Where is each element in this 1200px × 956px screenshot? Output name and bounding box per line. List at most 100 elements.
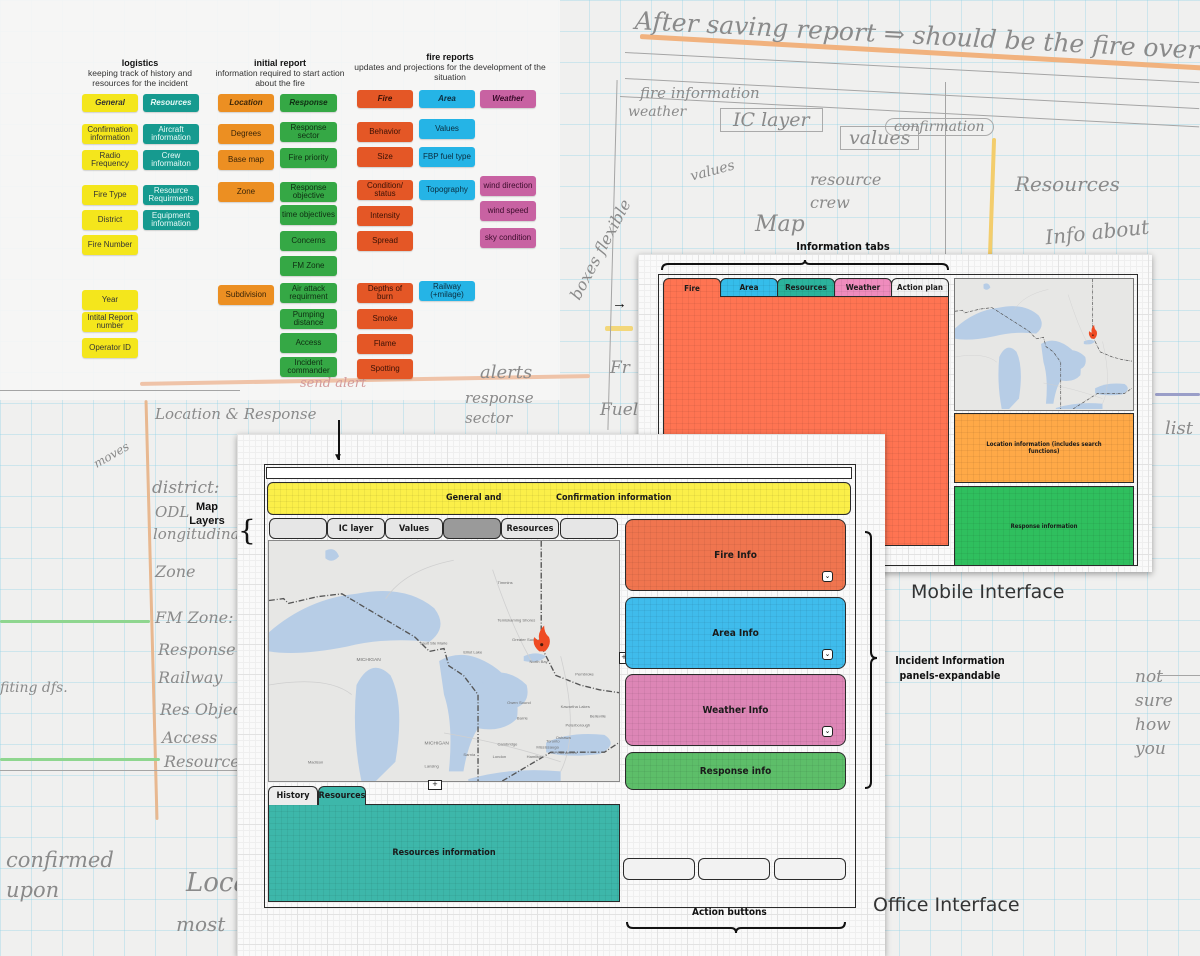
lake-superior xyxy=(269,591,441,653)
group-subtitle: keeping track of history and resources f… xyxy=(88,68,192,88)
action-button-3[interactable] xyxy=(774,858,846,880)
group-title: logistics xyxy=(121,58,159,68)
action-buttons-annotation: Action buttons xyxy=(692,907,767,918)
map-layer-tab-blank-5[interactable] xyxy=(560,518,618,539)
information-tabs-annotation: Information tabs xyxy=(796,240,890,253)
sticky-note: Values xyxy=(419,119,475,139)
note: fiting dfs. xyxy=(0,680,68,696)
mobile-tab-action-plan[interactable]: Action plan xyxy=(891,278,949,297)
sticky-note: Spotting xyxy=(357,359,413,379)
map-label-lansing: Lansing xyxy=(425,764,439,769)
sticky-note: Behavior xyxy=(357,122,413,142)
map-layer-tab-values[interactable]: Values xyxy=(385,518,443,539)
expand-map-bottom-button[interactable]: + xyxy=(428,780,442,790)
sticky-note: Equipment information xyxy=(143,210,199,230)
map-layer-tab-blank-0[interactable] xyxy=(269,518,327,539)
lake-michigan xyxy=(354,667,400,781)
note: crew xyxy=(810,193,850,212)
panel-label: Response info xyxy=(699,765,772,777)
category-header-note: General xyxy=(82,94,138,112)
map-layers-annotation: Map Layers xyxy=(189,501,225,527)
chevron-down-icon[interactable]: ⌄ xyxy=(822,726,833,737)
sticky-note: Condition/ status xyxy=(357,180,413,200)
note: list xyxy=(1165,418,1193,439)
group-subtitle: updates and projections for the developm… xyxy=(354,62,546,82)
sketch-line xyxy=(945,82,946,262)
map-label-temiskaming: Temiskaming Shores xyxy=(497,618,535,623)
note: not sure how you xyxy=(1135,667,1173,759)
lake-erie xyxy=(468,770,561,781)
sticky-note: Fire Type xyxy=(82,185,138,205)
chevron-down-icon[interactable]: ⌄ xyxy=(822,571,833,582)
note: Response s xyxy=(158,640,249,659)
sticky-note: Smoke xyxy=(357,309,413,329)
sticky-note: wind speed xyxy=(480,201,536,221)
panel-label: Weather Info xyxy=(702,704,769,716)
sticky-note: Fire Number xyxy=(82,235,138,255)
chevron-down-icon[interactable]: ⌄ xyxy=(822,649,833,660)
map-label-owen-sound: Owen Sound xyxy=(507,700,531,705)
sketch-line xyxy=(0,390,240,391)
arrow-down-icon: ▼ xyxy=(333,452,343,463)
incident-panel-area-info[interactable]: Area Info ⌄ xyxy=(625,597,846,669)
location-information-panel: Location information (includes search fu… xyxy=(954,413,1134,483)
sticky-note: Crew informaiton xyxy=(143,150,199,170)
note: weather xyxy=(628,104,687,120)
border-line xyxy=(1092,279,1133,362)
note: FM Zone: xyxy=(155,608,234,627)
map-layer-tab-resources[interactable]: Resources xyxy=(501,518,559,539)
sticky-note: Operator ID xyxy=(82,338,138,358)
bottom-tab-resources[interactable]: Resources xyxy=(318,786,366,805)
mobile-tab-resources[interactable]: Resources xyxy=(777,278,835,297)
category-header-note: Fire xyxy=(357,90,413,108)
note: resource xyxy=(810,170,882,189)
fire-marker-icon[interactable] xyxy=(1088,324,1098,339)
map-layer-tab-ic-layer[interactable]: IC layer xyxy=(327,518,385,539)
sticky-note: Aircraft information xyxy=(143,124,199,144)
sticky-note: Radio Frequency xyxy=(82,150,138,170)
brace-icon: { xyxy=(238,514,256,547)
group-header: initial report information required to st… xyxy=(212,58,348,88)
response-information-panel: Response information xyxy=(954,486,1134,566)
sticky-note: Railway (+milage) xyxy=(419,281,475,301)
mobile-tab-weather[interactable]: Weather xyxy=(834,278,892,297)
action-button-1[interactable] xyxy=(623,858,695,880)
sticky-note: wind direction xyxy=(480,176,536,196)
map-label-st-catharines: St. Catharines xyxy=(551,750,577,755)
incident-panel-response-info[interactable]: Response info xyxy=(625,752,846,790)
category-header-note: Weather xyxy=(480,90,536,108)
note: response sector xyxy=(465,389,534,427)
map-canvas[interactable]: MICHIGAN MICHIGAN Timmins Temiskaming Shore… xyxy=(269,541,619,781)
sticky-note: Pumping distance xyxy=(280,309,337,329)
map-layer-tab-blank-3[interactable] xyxy=(443,518,501,539)
mobile-map[interactable] xyxy=(954,278,1134,411)
map-label-north-bay: North Bay xyxy=(530,659,549,664)
incident-panel-weather-info[interactable]: Weather Info ⌄ xyxy=(625,674,846,746)
lake-superior xyxy=(955,306,1042,340)
bottom-tab-history[interactable]: History xyxy=(268,786,318,805)
lake-erie xyxy=(1055,403,1103,409)
map-label-peterborough: Peterborough xyxy=(566,722,591,727)
note: fire information xyxy=(640,84,760,102)
sticky-note: District xyxy=(82,210,138,230)
note: Resources xyxy=(164,752,248,771)
lake-michigan xyxy=(998,347,1021,409)
note: Access xyxy=(162,728,218,747)
note: Zone xyxy=(155,562,196,581)
incident-panel-fire-info[interactable]: Fire Info ⌄ xyxy=(625,519,846,591)
brace-icon xyxy=(865,531,878,789)
location-panel-label: Location information (includes search fu… xyxy=(986,441,1102,455)
note: IC layer xyxy=(720,108,823,132)
mobile-tab-area[interactable]: Area xyxy=(720,278,778,297)
map-label-madison: Madison xyxy=(308,760,323,765)
mobile-tab-fire[interactable]: Fire xyxy=(663,278,721,297)
sticky-note: sky condition xyxy=(480,228,536,248)
action-button-2[interactable] xyxy=(698,858,770,880)
note: Location & Response xyxy=(155,405,317,423)
map-canvas[interactable] xyxy=(955,279,1133,410)
group-title: initial report xyxy=(253,58,306,68)
category-header-note: Area xyxy=(419,90,475,108)
sticky-note: Degrees xyxy=(218,124,274,144)
response-panel-label: Response information xyxy=(1010,522,1078,530)
office-map[interactable]: MICHIGAN MICHIGAN Timmins Temiskaming Shore… xyxy=(268,540,620,782)
